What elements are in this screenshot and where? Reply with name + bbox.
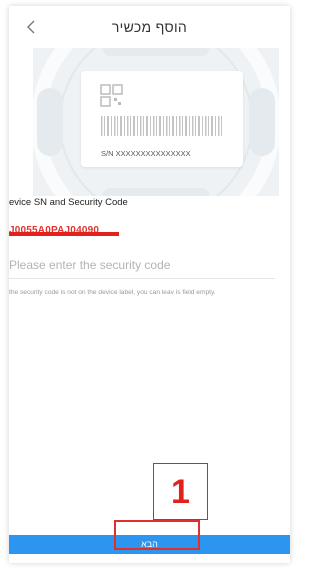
section-title: evice SN and Security Code [9,197,128,208]
step-annotation: 1 [153,463,208,520]
redaction-line [9,232,119,236]
page-title: הוסף מכשיר [111,19,188,35]
serial-number-label: S/N XXXXXXXXXXXXXXX [101,149,191,158]
step-number: 1 [171,472,190,511]
next-button-highlight [114,520,200,550]
device-label-card: S/N XXXXXXXXXXXXXXX [81,71,243,167]
security-code-input[interactable] [9,252,275,279]
security-code-hint: the security code is not on the device l… [9,289,216,296]
screen: הוסף מכשיר S/N XXXXXXXXXXXXXXX evice SN … [0,0,297,568]
chevron-left-icon[interactable] [23,18,39,36]
header-bar: הוסף מכשיר [9,6,290,48]
device-label-illustration: S/N XXXXXXXXXXXXXXX [33,48,279,196]
add-device-screen: הוסף מכשיר S/N XXXXXXXXXXXXXXX evice SN … [9,6,290,563]
